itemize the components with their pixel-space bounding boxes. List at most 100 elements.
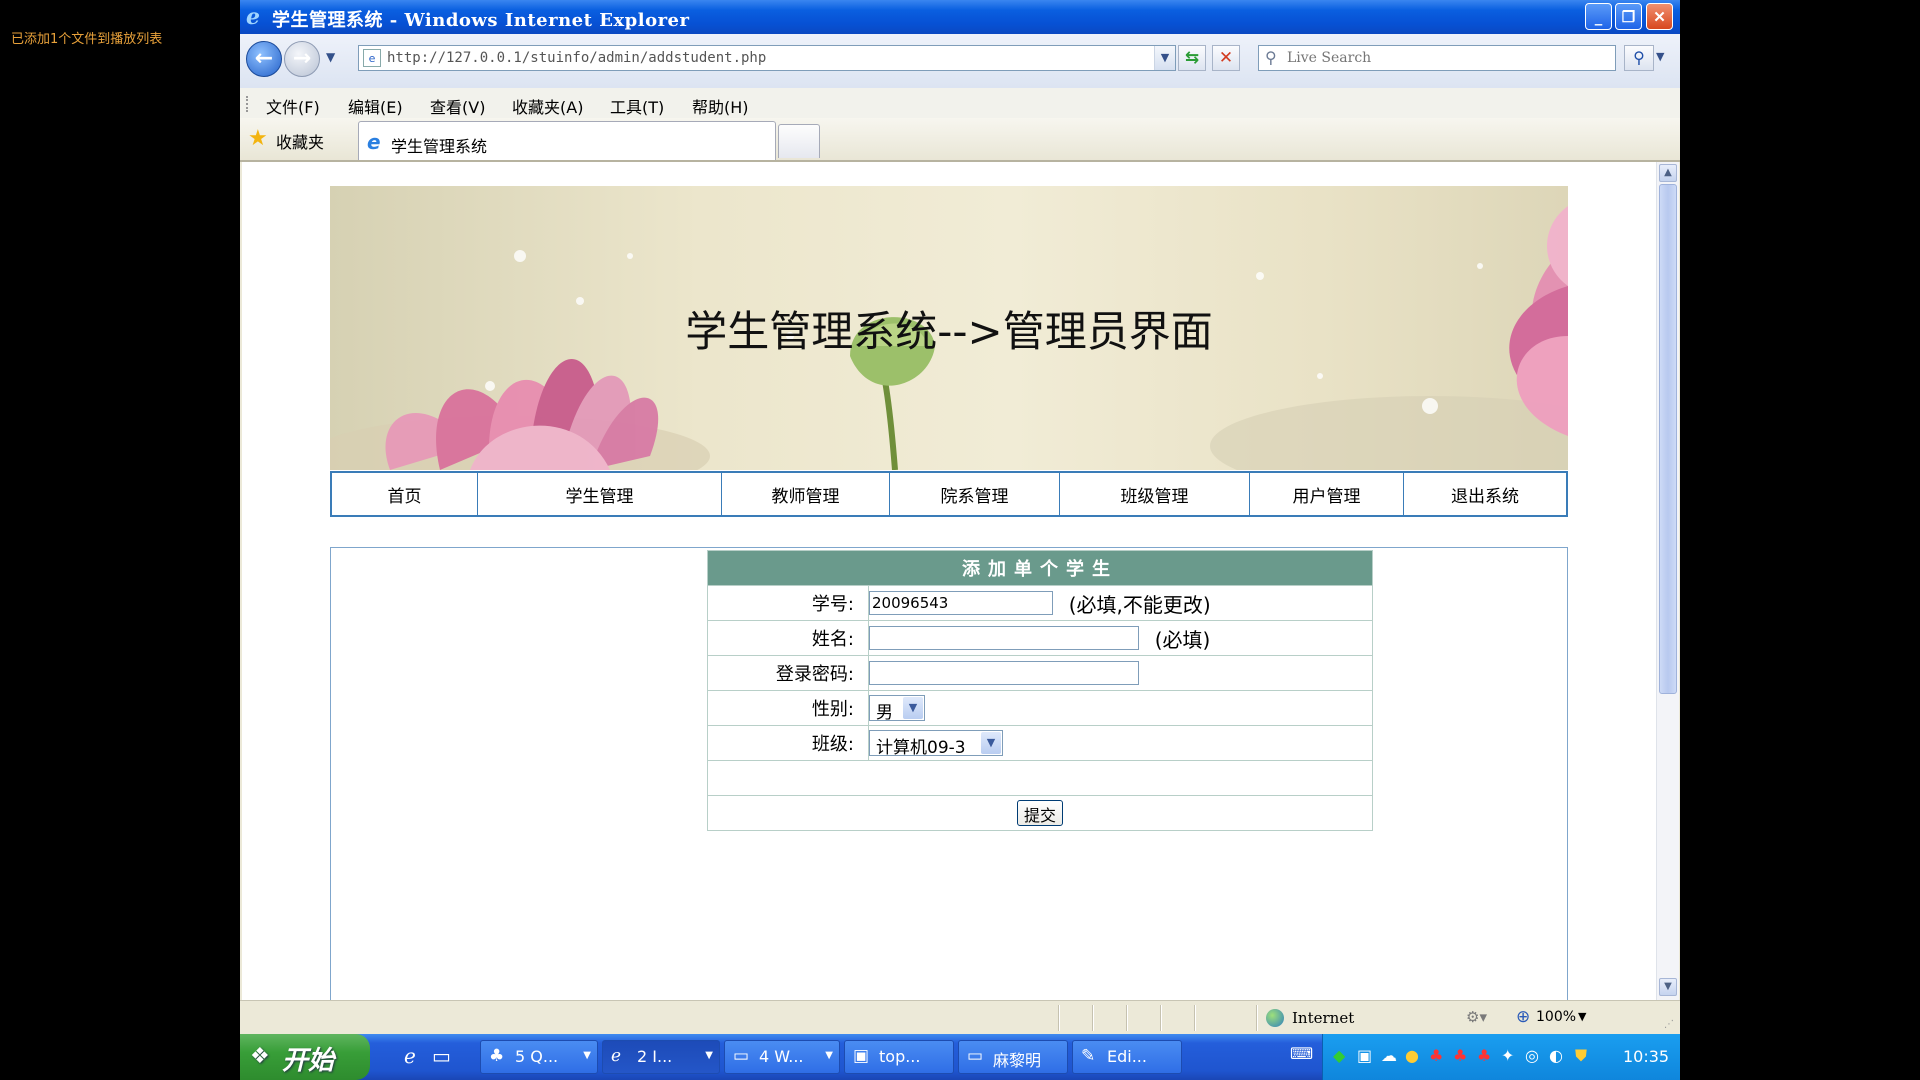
- zoom-dropdown-icon[interactable]: ▼: [1578, 1010, 1586, 1023]
- minimize-button[interactable]: _: [1585, 3, 1612, 30]
- taskbar: ❖ 开始 ℯ ▭ ♣ 5 Q... ▼ ℯ 2 I... ▼ ▭ 4 W... …: [240, 1034, 1680, 1080]
- menu-help[interactable]: 帮助(H): [692, 94, 749, 118]
- tab-student-system[interactable]: e 学生管理系统: [358, 121, 776, 160]
- zoom-level[interactable]: 100%: [1536, 1009, 1576, 1025]
- submit-button[interactable]: 提交: [1016, 800, 1063, 826]
- favorites-star-icon[interactable]: ★: [248, 126, 268, 151]
- scroll-thumb[interactable]: [1659, 184, 1677, 694]
- task-explorer[interactable]: ▭ 4 W... ▼: [724, 1040, 840, 1074]
- tray-app-icon[interactable]: ●: [1405, 1046, 1419, 1065]
- nav-teachers[interactable]: 教师管理: [722, 473, 890, 515]
- keyboard-icon[interactable]: ⌨: [1290, 1044, 1313, 1063]
- password-input[interactable]: [869, 661, 1139, 685]
- nav-logout[interactable]: 退出系统: [1404, 473, 1566, 515]
- status-separator: [1092, 1005, 1094, 1031]
- search-input[interactable]: [1287, 48, 1607, 68]
- cloud-icon[interactable]: ☁: [1381, 1046, 1397, 1065]
- menu-file[interactable]: 文件(F): [266, 94, 320, 118]
- menu-view[interactable]: 查看(V): [430, 94, 485, 118]
- address-dropdown-icon[interactable]: ▼: [1154, 46, 1175, 70]
- task-label: Edi...: [1107, 1047, 1147, 1066]
- refresh-button[interactable]: ⇆: [1178, 45, 1206, 71]
- main-panel: 添加单个学生 学号: (必填,不能更改) 姓名: (必填): [330, 547, 1568, 1000]
- close-button[interactable]: ✕: [1646, 3, 1673, 30]
- network-icon[interactable]: ◆: [1333, 1046, 1345, 1065]
- tray-app-icon[interactable]: ◎: [1525, 1046, 1539, 1065]
- start-label: 开始: [282, 1046, 335, 1076]
- forward-button[interactable]: →: [284, 41, 320, 77]
- task-qq[interactable]: ♣ 5 Q... ▼: [480, 1040, 598, 1074]
- qq-icon[interactable]: ♣: [1429, 1046, 1443, 1065]
- name-input[interactable]: [869, 626, 1139, 650]
- qq-icon[interactable]: ♣: [1477, 1046, 1491, 1065]
- back-button[interactable]: ←: [246, 41, 282, 77]
- address-bar[interactable]: e http://127.0.0.1/stuinfo/admin/addstud…: [358, 45, 1176, 71]
- nav-home[interactable]: 首页: [332, 473, 478, 515]
- status-separator: [1256, 1005, 1258, 1031]
- password-label: 登录密码:: [707, 655, 869, 691]
- task-label: 4 W...: [759, 1047, 804, 1066]
- search-options-dropdown[interactable]: ▼: [1656, 50, 1664, 63]
- menu-bar: 文件(F) 编辑(E) 查看(V) 收藏夹(A) 工具(T) 帮助(H): [240, 88, 1680, 119]
- shield-icon[interactable]: ⛊: [1575, 1046, 1587, 1066]
- nav-users[interactable]: 用户管理: [1250, 473, 1404, 515]
- restore-button[interactable]: ❐: [1615, 3, 1642, 30]
- protected-mode-icon[interactable]: ⚙▾: [1466, 1008, 1487, 1026]
- quicklaunch-folder-icon[interactable]: ▭: [432, 1044, 451, 1068]
- class-value: 计算机09-3: [876, 738, 966, 758]
- qq-icon[interactable]: ♣: [1453, 1046, 1467, 1065]
- playlist-notice: 已添加1个文件到播放列表: [11, 32, 163, 47]
- task-ie[interactable]: ℯ 2 I... ▼: [602, 1040, 720, 1074]
- menu-favorites[interactable]: 收藏夹(A): [512, 94, 583, 118]
- task-label: top...: [879, 1047, 921, 1066]
- gender-select[interactable]: 男 ▼: [869, 695, 925, 723]
- search-go-button[interactable]: ⚲: [1624, 45, 1654, 71]
- nav-classes[interactable]: 班级管理: [1060, 473, 1250, 515]
- zoom-icon[interactable]: ⊕: [1516, 1007, 1530, 1027]
- nav-departments[interactable]: 院系管理: [890, 473, 1060, 515]
- gender-label: 性别:: [707, 690, 869, 726]
- task-fireworks[interactable]: ▣ top...: [844, 1040, 954, 1074]
- task-label: 2 I...: [637, 1047, 673, 1066]
- scroll-down-icon[interactable]: ▼: [1659, 978, 1677, 996]
- chevron-down-icon: ▼: [705, 1050, 713, 1061]
- clock: 10:35: [1623, 1047, 1670, 1066]
- resize-grip[interactable]: ⋰: [1664, 1019, 1674, 1030]
- vertical-scrollbar[interactable]: ▲ ▼: [1656, 162, 1679, 1000]
- gender-value: 男: [876, 703, 893, 723]
- quicklaunch-ie-icon[interactable]: ℯ: [404, 1044, 416, 1068]
- ie-icon: ℯ: [611, 1046, 622, 1066]
- task-editor[interactable]: ✎ Edi...: [1072, 1040, 1182, 1074]
- stop-button[interactable]: ✕: [1212, 45, 1240, 71]
- scroll-up-icon[interactable]: ▲: [1659, 164, 1677, 182]
- tray-app-icon[interactable]: ▣: [1357, 1046, 1372, 1065]
- chevron-down-icon[interactable]: ▼: [903, 697, 923, 719]
- class-select[interactable]: 计算机09-3 ▼: [869, 730, 1003, 758]
- menu-tools[interactable]: 工具(T): [610, 94, 664, 118]
- url-text[interactable]: http://127.0.0.1/stuinfo/admin/addstuden…: [387, 50, 766, 66]
- new-tab-button[interactable]: [778, 124, 820, 158]
- tray-app-icon[interactable]: ✦: [1501, 1046, 1514, 1065]
- student-id-input[interactable]: [869, 591, 1053, 615]
- status-bar: Internet ⚙▾ ⊕ 100% ▼ ⋰: [240, 1000, 1680, 1035]
- empty-row: [707, 760, 1373, 796]
- nav-students[interactable]: 学生管理: [478, 473, 722, 515]
- name-label: 姓名:: [707, 620, 869, 656]
- menu-edit[interactable]: 编辑(E): [348, 94, 403, 118]
- status-separator: [1126, 1005, 1128, 1031]
- form-heading: 添加单个学生: [707, 550, 1373, 586]
- folder-icon: ▭: [733, 1046, 750, 1066]
- windows-logo-icon: ❖: [250, 1044, 270, 1069]
- tray-app-icon[interactable]: ◐: [1549, 1046, 1563, 1065]
- chevron-down-icon[interactable]: ▼: [981, 732, 1001, 754]
- ie-icon: e: [246, 4, 260, 30]
- task-label: 麻黎明: [993, 1051, 1042, 1070]
- security-zone[interactable]: Internet: [1292, 1009, 1354, 1027]
- search-box[interactable]: ⚲: [1258, 45, 1616, 71]
- favorites-button[interactable]: 收藏夹: [276, 129, 324, 153]
- recent-pages-dropdown[interactable]: ▼: [326, 50, 335, 64]
- chevron-down-icon: ▼: [825, 1050, 833, 1061]
- search-icon: ⚲: [1265, 48, 1277, 67]
- task-folder[interactable]: ▭ 麻黎明: [958, 1040, 1068, 1074]
- start-button[interactable]: ❖ 开始: [240, 1034, 370, 1080]
